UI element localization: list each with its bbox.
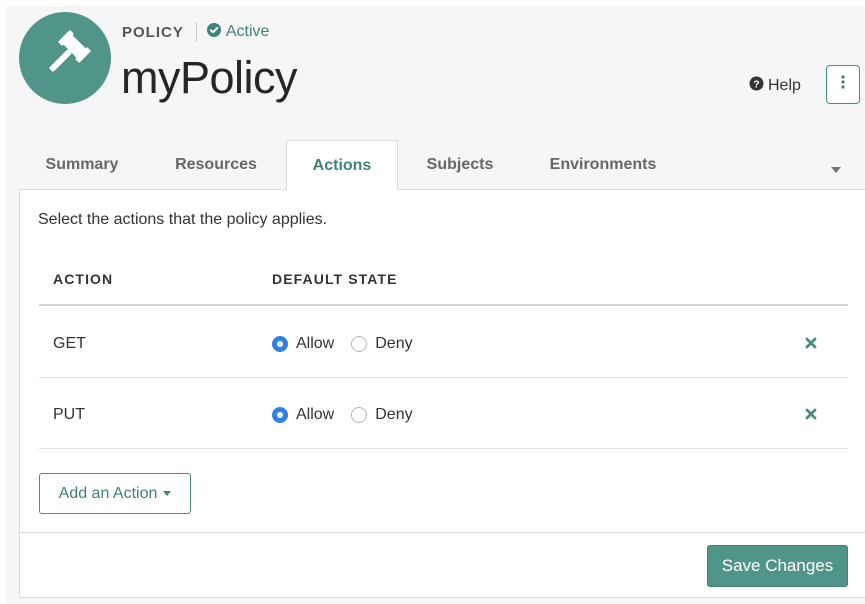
status-label: Active	[225, 23, 270, 40]
deny-radio-get[interactable]	[351, 336, 368, 352]
remove-action-icon[interactable]	[803, 335, 819, 351]
tabs-overflow-caret-icon[interactable]	[831, 160, 841, 178]
deny-radio-put[interactable]	[351, 407, 368, 423]
panel-instructions: Select the actions that the policy appli…	[38, 211, 328, 228]
footer-divider	[20, 532, 865, 533]
table-header-divider	[39, 304, 848, 306]
table-row-divider	[39, 377, 848, 378]
object-type-label: POLICY	[122, 23, 184, 41]
action-name-put: PUT	[53, 406, 85, 423]
deny-radio-label[interactable]: Deny	[375, 406, 412, 424]
help-label: Help	[768, 77, 801, 94]
save-changes-button[interactable]: Save Changes	[707, 545, 848, 587]
table-row-divider	[39, 448, 848, 449]
allow-radio-label[interactable]: Allow	[296, 406, 334, 424]
allow-radio-put[interactable]	[272, 407, 288, 423]
action-name-get: GET	[53, 335, 86, 352]
remove-action-icon[interactable]	[803, 406, 819, 422]
column-header-action: ACTION	[53, 271, 114, 287]
help-link[interactable]: ? Help	[749, 76, 801, 96]
tab-subjects[interactable]: Subjects	[407, 140, 513, 190]
deny-radio-label[interactable]: Deny	[375, 335, 412, 353]
svg-text:?: ?	[753, 78, 759, 90]
add-action-label: Add an Action	[58, 484, 158, 502]
question-circle-icon: ?	[749, 76, 768, 96]
gavel-icon	[35, 26, 95, 91]
add-action-button[interactable]: Add an Action	[39, 473, 191, 514]
check-circle-icon	[206, 22, 226, 42]
status-badge: Active	[206, 22, 270, 42]
policy-avatar	[19, 12, 111, 104]
allow-radio-get[interactable]	[272, 336, 288, 352]
tab-bar: Summary Resources Actions Subjects Envir…	[19, 140, 865, 191]
tab-actions[interactable]: Actions	[286, 140, 398, 191]
column-header-default-state: DEFAULT STATE	[272, 271, 398, 287]
page-title: myPolicy	[121, 52, 298, 103]
policy-eyebrow: POLICY Active	[122, 22, 269, 42]
default-state-radio-group-get: Allow Deny	[272, 335, 430, 353]
vertical-dots-icon	[841, 75, 845, 94]
default-state-radio-group-put: Allow Deny	[272, 406, 430, 424]
caret-down-icon	[163, 491, 172, 496]
actions-panel: Select the actions that the policy appli…	[19, 190, 865, 598]
tab-environments[interactable]: Environments	[524, 140, 682, 190]
tab-summary[interactable]: Summary	[19, 140, 145, 190]
allow-radio-label[interactable]: Allow	[296, 335, 334, 353]
eyebrow-divider	[195, 22, 197, 42]
tab-resources[interactable]: Resources	[152, 140, 280, 190]
more-options-button[interactable]	[826, 65, 860, 104]
